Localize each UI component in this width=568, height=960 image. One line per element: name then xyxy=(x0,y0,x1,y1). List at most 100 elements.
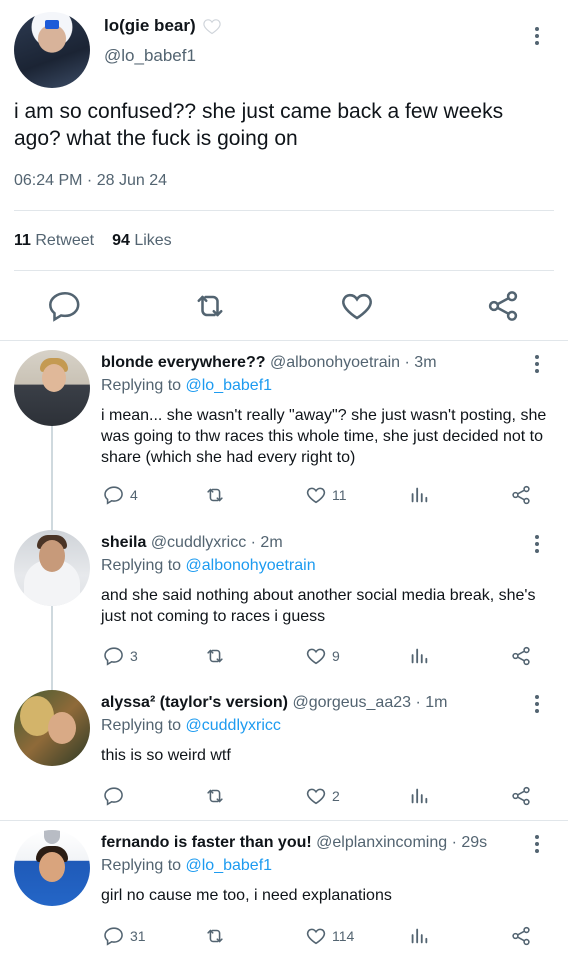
replying-to-mention[interactable]: @cuddlyxricc xyxy=(186,717,281,734)
retweet-count: 11 xyxy=(14,232,31,249)
like-button[interactable]: 2 xyxy=(305,783,340,809)
like-count: 11 xyxy=(332,487,347,503)
reply-display-name[interactable]: sheila xyxy=(101,534,146,551)
divider xyxy=(14,210,554,211)
replying-to: Replying to @lo_babef1 xyxy=(101,377,272,395)
main-tweet-avatar[interactable] xyxy=(14,12,90,88)
reply-avatar[interactable] xyxy=(14,350,90,426)
cap-logo xyxy=(45,20,59,29)
reply-button[interactable]: 4 xyxy=(103,482,138,508)
replying-to-label: Replying to xyxy=(101,857,182,874)
avatar-face xyxy=(48,712,76,744)
replying-to-mention[interactable]: @lo_babef1 xyxy=(186,857,273,874)
reply-time: · 29s xyxy=(451,834,488,851)
more-options-icon[interactable] xyxy=(527,832,547,856)
like-icon[interactable] xyxy=(339,288,375,324)
like-button[interactable]: 114 xyxy=(305,923,354,949)
reply-display-name[interactable]: alyssa² (taylor's version) xyxy=(101,694,288,711)
reply-tweet[interactable]: blonde everywhere?? @albonohyoetrain · 3… xyxy=(0,340,568,520)
avatar-trophy xyxy=(44,830,60,844)
reply-tweet[interactable]: sheila @cuddlyxricc · 2m Replying to @al… xyxy=(0,520,568,680)
replying-to-label: Replying to xyxy=(101,557,182,574)
reply-display-name[interactable]: blonde everywhere?? xyxy=(101,354,266,371)
like-count: 9 xyxy=(332,648,340,664)
retweet-button[interactable] xyxy=(204,923,226,949)
reply-time: · 1m xyxy=(415,694,448,711)
share-icon xyxy=(512,786,530,806)
reply-icon xyxy=(104,927,123,946)
like-button[interactable]: 11 xyxy=(305,482,347,508)
main-tweet-display-name[interactable]: lo(gie bear) xyxy=(104,16,196,36)
reply-avatar[interactable] xyxy=(14,530,90,606)
views-button[interactable] xyxy=(408,923,430,949)
retweet-button[interactable] xyxy=(204,783,226,809)
share-button[interactable] xyxy=(510,482,532,508)
retweet-icon[interactable] xyxy=(192,288,228,324)
likes-stat[interactable]: 94 Likes xyxy=(112,232,172,250)
reply-text: girl no cause me too, i need explanation… xyxy=(101,887,392,904)
more-options-icon[interactable] xyxy=(527,24,547,48)
main-tweet-timestamp[interactable]: 06:24 PM · 28 Jun 24 xyxy=(14,172,167,190)
reply-display-name[interactable]: fernando is faster than you! xyxy=(101,834,312,851)
reply-count: 4 xyxy=(130,487,138,503)
like-button[interactable]: 9 xyxy=(305,643,340,669)
reply-button[interactable]: 3 xyxy=(103,643,138,669)
more-options-icon[interactable] xyxy=(527,692,547,716)
reply-handle[interactable]: @albonohyoetrain xyxy=(270,354,400,371)
main-tweet-text: i am so confused?? she just came back a … xyxy=(14,100,504,150)
reply-tweet[interactable]: fernando is faster than you! @elplanxinc… xyxy=(0,821,568,960)
share-button[interactable] xyxy=(510,783,532,809)
reply-tweet[interactable]: alyssa² (taylor's version) @gorgeus_aa23… xyxy=(0,680,568,820)
replying-to: Replying to @cuddlyxricc xyxy=(101,717,281,735)
views-button[interactable] xyxy=(408,482,430,508)
reply-button[interactable] xyxy=(103,783,130,809)
reply-handle[interactable]: @cuddlyxricc xyxy=(151,534,246,551)
views-button[interactable] xyxy=(408,783,430,809)
retweet-icon xyxy=(207,649,223,663)
reply-actions: 2 xyxy=(0,783,568,809)
reply-count: 31 xyxy=(130,928,146,944)
reply-avatar[interactable] xyxy=(14,690,90,766)
reply-time: · 3m xyxy=(404,354,437,371)
like-icon xyxy=(306,788,326,805)
likes-label: Likes xyxy=(134,232,172,249)
reply-header: sheila @cuddlyxricc · 2m xyxy=(101,534,283,552)
replying-to: Replying to @lo_babef1 xyxy=(101,857,272,875)
replying-to-mention[interactable]: @albonohyoetrain xyxy=(186,557,316,574)
reply-header: alyssa² (taylor's version) @gorgeus_aa23… xyxy=(101,694,447,712)
share-icon[interactable] xyxy=(485,288,521,324)
reply-time: · 2m xyxy=(250,534,283,551)
more-options-icon[interactable] xyxy=(527,352,547,376)
share-button[interactable] xyxy=(510,643,532,669)
analytics-icon xyxy=(411,487,428,503)
retweet-stat[interactable]: 11 Retweet xyxy=(14,232,94,250)
reply-icon xyxy=(104,787,123,806)
reply-text: and she said nothing about another socia… xyxy=(101,587,536,625)
share-icon xyxy=(512,926,530,946)
main-tweet-actions xyxy=(0,288,568,324)
share-button[interactable] xyxy=(510,923,532,949)
views-button[interactable] xyxy=(408,643,430,669)
main-tweet-name-row: lo(gie bear) xyxy=(104,16,222,36)
retweet-button[interactable] xyxy=(204,643,226,669)
like-count: 2 xyxy=(332,788,340,804)
reply-button[interactable]: 31 xyxy=(103,923,146,949)
more-options-icon[interactable] xyxy=(527,532,547,556)
reply-text: this is so weird wtf xyxy=(101,747,231,764)
likes-count: 94 xyxy=(112,232,130,249)
retweet-label: Retweet xyxy=(35,232,95,249)
reply-icon xyxy=(104,647,123,666)
replying-to-mention[interactable]: @lo_babef1 xyxy=(186,377,273,394)
white-heart-icon xyxy=(202,19,221,35)
reply-text: i mean... she wasn't really "away"? she … xyxy=(101,407,547,466)
reply-handle[interactable]: @gorgeus_aa23 xyxy=(292,694,411,711)
reply-handle[interactable]: @elplanxincoming xyxy=(316,834,447,851)
retweet-button[interactable] xyxy=(204,482,226,508)
avatar-face xyxy=(39,540,65,572)
reply-actions: 31 114 xyxy=(0,923,568,949)
reply-header: blonde everywhere?? @albonohyoetrain · 3… xyxy=(101,354,437,372)
reply-icon[interactable] xyxy=(47,288,83,324)
reply-avatar[interactable] xyxy=(14,830,90,906)
analytics-icon xyxy=(411,648,428,664)
main-tweet-handle[interactable]: @lo_babef1 xyxy=(104,46,196,66)
